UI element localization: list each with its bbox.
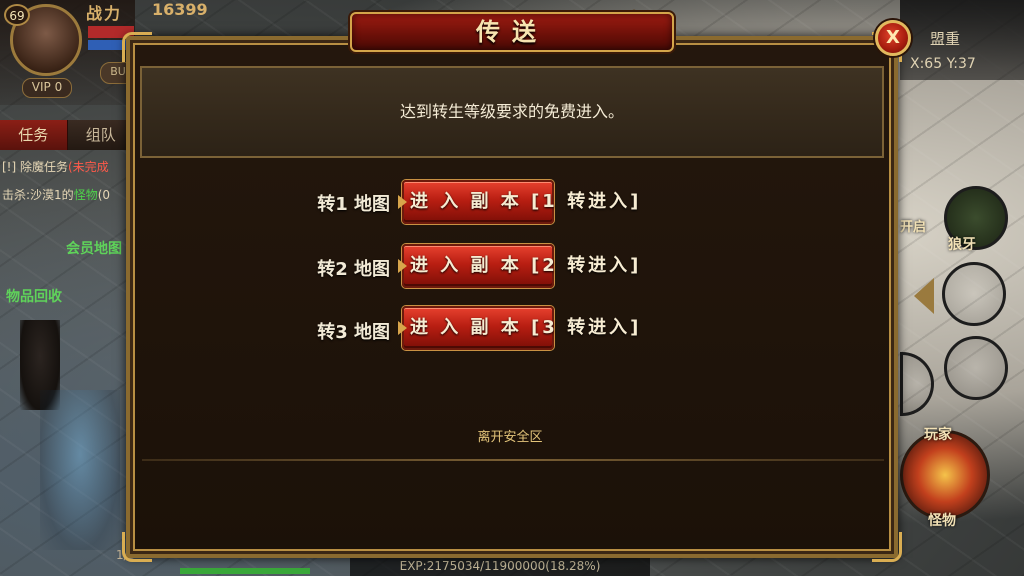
corner-ornament (872, 532, 902, 562)
quest-target: 怪物 (73, 188, 98, 202)
map-label-2: 转2 地图 (317, 259, 390, 280)
tab-team[interactable]: 组队 (67, 120, 135, 150)
corner-ornament (122, 32, 152, 62)
quest-entry-1[interactable]: [!] 除魔任务(未完成 (2, 158, 109, 175)
skill-slot-2[interactable] (944, 336, 1008, 400)
corner-ornament (122, 532, 152, 562)
close-button[interactable]: X (875, 20, 911, 56)
footer-divider (142, 459, 884, 461)
quest-status: (未完成 (68, 160, 109, 174)
quest-entry-2[interactable]: 击杀:沙漠1的怪物(0 (2, 186, 110, 203)
game-screen: 69 战力 16399 VIP 0 BU 任务 组队 [!] 除魔任务(未完成 … (0, 0, 1024, 576)
arrow-right-icon (398, 195, 407, 209)
left-tab-bar: 任务 组队 (0, 120, 135, 150)
quest-title: [!] 除魔任务 (2, 160, 68, 174)
dialog-title: 传送 (476, 17, 548, 46)
target-players-label: 玩家 (924, 427, 952, 443)
notice-text: 达到转生等级要求的免费进入。 (399, 102, 624, 121)
stamina-bar (180, 568, 310, 574)
combat-power-label: 战力 (86, 4, 123, 23)
enter-dungeon-label-2: 进 入 副 本 [2 转进入] (410, 255, 642, 276)
player-character (40, 390, 120, 550)
leave-safe-zone-link[interactable]: 离开安全区 (440, 426, 580, 446)
member-map-link[interactable]: 会员地图 (66, 238, 122, 258)
player-level-badge: 69 (4, 4, 30, 26)
experience-bar: EXP:2175034/11900000(18.28%) (350, 556, 650, 576)
wolf-fang-skill-label: 狼牙 (948, 237, 976, 253)
tab-quest[interactable]: 任务 (0, 120, 68, 150)
enter-dungeon-label-1: 进 入 副 本 [1 转进入] (410, 191, 642, 212)
skill-slot-1[interactable] (942, 262, 1006, 326)
arrow-right-icon (398, 321, 407, 335)
combat-power-value: 16399 (152, 0, 208, 19)
quest-progress: (0 (97, 188, 111, 202)
open-label: 开启 (900, 220, 927, 235)
map-label-3: 转3 地图 (317, 322, 390, 343)
vip-badge[interactable]: VIP 0 (22, 78, 72, 98)
quest-objective: 击杀:沙漠1的 (2, 188, 74, 202)
enter-dungeon-label-3: 进 入 副 本 [3 转进入] (410, 317, 642, 338)
expand-arrow-icon[interactable] (914, 278, 934, 314)
map-name: 盟重 (930, 30, 961, 48)
arrow-right-icon (398, 259, 407, 273)
map-label-1: 转1 地图 (317, 194, 390, 215)
player-coordinates: X:65 Y:37 (910, 56, 976, 72)
target-monsters-label: 怪物 (928, 513, 956, 529)
item-recycle-link[interactable]: 物品回收 (6, 286, 62, 306)
